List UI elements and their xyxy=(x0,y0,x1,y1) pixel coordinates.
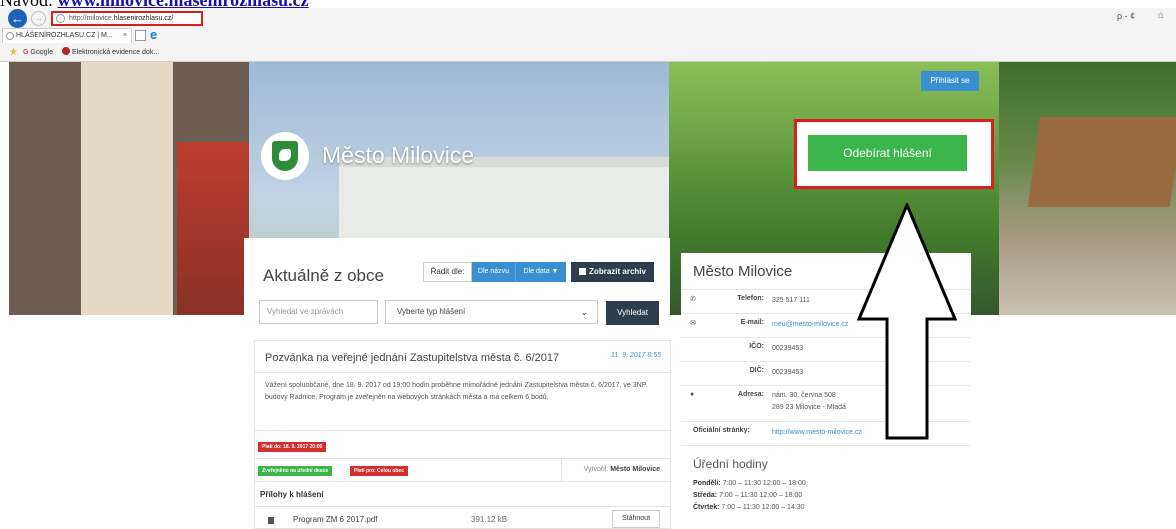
new-tab-icon[interactable] xyxy=(135,30,146,41)
info-heading: Město Milovice xyxy=(693,263,793,280)
hours-day: Středa: xyxy=(693,492,718,499)
phone-value: 325 517 111 xyxy=(772,297,810,304)
browser-chrome: ← → http://milovice.hlasenirozhlasu.cz/ … xyxy=(0,8,1176,62)
divider xyxy=(255,372,670,373)
show-archive-button[interactable]: Zobrazit archiv xyxy=(571,262,654,282)
tab-bar: HLÁŠENÍROZHLASU.CZ | M... × e xyxy=(0,27,1176,44)
url-domain: hlasenirozhlasu.cz/ xyxy=(113,15,174,22)
phone-label: Telefon: xyxy=(737,295,764,302)
attachment-name: Program ZM 6 2017.pdf xyxy=(293,515,378,524)
valid-until-badge: Platí do: 18. 9. 2017 20:00 xyxy=(258,442,327,452)
page-icon xyxy=(56,14,65,23)
sort-label: Řadit dle: xyxy=(423,262,472,282)
dic-label: DIČ: xyxy=(749,367,764,374)
search-button[interactable]: Vyhledat xyxy=(606,301,659,325)
home-icon[interactable]: ⌂ xyxy=(1158,10,1164,21)
hours-line: Čtvrtek: 7:00 – 11:30 12:00 – 14:30 xyxy=(693,504,805,511)
hours-time: 7:00 – 11:30 12:00 – 14:30 xyxy=(721,504,805,511)
tab-hlaseni[interactable]: HLÁŠENÍROZHLASU.CZ | M... × xyxy=(2,28,132,43)
tab-title: HLÁŠENÍROZHLASU.CZ | M... xyxy=(16,32,113,39)
created-by: Vytvořil: Město Milovice xyxy=(561,459,670,481)
address-line1: nám. 30. června 508 xyxy=(772,392,836,399)
favorite-google-label: Google xyxy=(30,49,53,56)
attachments-heading: Přílohy k hlášení xyxy=(260,490,324,499)
sort-by-date-button[interactable]: Dle data ▼ xyxy=(515,262,566,282)
download-button[interactable]: Stáhnout xyxy=(612,510,660,528)
address-line2: 289 23 Milovice - Mladá xyxy=(772,404,846,411)
map-pin-icon: ● xyxy=(690,391,695,398)
subscribe-highlight-frame: Odebírat hlášení xyxy=(794,119,994,189)
email-label: E-mail: xyxy=(740,319,764,326)
news-article: Pozvánka na veřejné jednání Zastupitelst… xyxy=(254,340,671,529)
checkbox-icon xyxy=(579,268,587,275)
divider xyxy=(255,430,670,431)
hours-day: Čtvrtek: xyxy=(693,504,720,511)
news-search-input[interactable]: Vyhledat ve zprávách xyxy=(259,300,378,324)
search-refresh-control[interactable]: ρ - ¢ xyxy=(1117,11,1135,21)
article-date: 11. 9. 2017 8:55 xyxy=(610,352,661,359)
scope-badge: Platí pro: Celou obec xyxy=(350,466,409,476)
url-prefix: http://milovice. xyxy=(69,15,114,22)
attachment-size: 391.12 kB xyxy=(471,515,508,524)
type-select-value: Vyberte typ hlášení xyxy=(397,307,466,316)
archive-label: Zobrazit archiv xyxy=(589,267,646,276)
divider xyxy=(255,506,670,507)
ico-label: IČO: xyxy=(749,343,764,350)
ico-value: 00239453 xyxy=(772,345,804,352)
created-label: Vytvořil: xyxy=(583,466,609,473)
hours-line: Pondělí: 7:00 – 11:30 12:00 – 18:00 xyxy=(693,480,806,487)
back-arrow-icon[interactable]: ← xyxy=(8,9,27,28)
subscribe-button[interactable]: Odebírat hlášení xyxy=(808,135,967,171)
site-icon xyxy=(62,47,70,55)
favorite-evidence-label: Elektronická evidence dok... xyxy=(72,49,160,56)
shield-icon xyxy=(272,141,298,171)
favorite-evidence[interactable]: Elektronická evidence dok... xyxy=(62,44,159,62)
email-link[interactable]: meu@mesto-milovice.cz xyxy=(772,319,848,330)
hours-time: 7:00 – 11:30 12:00 – 18:00 xyxy=(722,480,806,487)
hours-day: Pondělí: xyxy=(693,480,721,487)
tab-close-icon[interactable]: × xyxy=(123,29,127,42)
favorite-google[interactable]: G Google xyxy=(23,44,53,62)
favorites-bar: ★ G Google Elektronická evidence dok... xyxy=(0,44,1176,62)
tab-page-icon xyxy=(6,32,14,40)
forward-arrow-icon[interactable]: → xyxy=(31,11,46,26)
favorites-star-icon[interactable]: ★ xyxy=(9,44,18,62)
article-body: Vážení spoluobčané, dne 18. 9. 2017 od 1… xyxy=(265,382,647,401)
chevron-down-icon: ⌄ xyxy=(580,307,588,317)
town-coat-of-arms xyxy=(261,132,309,180)
hours-line: Středa: 7:00 – 11:30 12:00 – 18:00 xyxy=(693,492,802,499)
message-type-select[interactable]: Vyberte typ hlášení ⌄ xyxy=(385,300,598,324)
hours-time: 7:00 – 11:30 12:00 – 18:00 xyxy=(719,492,803,499)
sort-controls: Řadit dle: Dle názvu Dle data ▼ Zobrazit… xyxy=(423,262,672,282)
divider xyxy=(681,445,971,446)
annotation-up-arrow-icon xyxy=(857,203,957,440)
shelter-photo xyxy=(999,62,1176,315)
web-label: Oficiální stránky: xyxy=(693,427,750,434)
article-title[interactable]: Pozvánka na veřejné jednání Zastupitelst… xyxy=(265,352,559,364)
news-heading: Aktuálně z obce xyxy=(263,266,384,285)
document-caption: Návod: www.milovice.hlasenirozhlasu.cz xyxy=(0,0,309,9)
news-panel: Aktuálně z obce Řadit dle: Dle názvu Dle… xyxy=(244,238,672,529)
mail-icon: ✉ xyxy=(690,320,696,327)
web-link[interactable]: http://www.mesto-milovice.cz xyxy=(772,427,862,438)
office-hours-heading: Úřední hodiny xyxy=(693,457,768,471)
sort-by-name-button[interactable]: Dle názvu xyxy=(472,262,515,282)
church-photo xyxy=(9,62,249,315)
dic-value: 00239453 xyxy=(772,369,804,376)
google-icon: G xyxy=(23,49,29,56)
internet-explorer-icon[interactable]: e xyxy=(150,27,157,42)
town-name-heading: Město Milovice xyxy=(322,142,475,168)
login-button[interactable]: Přihlásit se xyxy=(921,71,979,91)
address-bar-row: ← → http://milovice.hlasenirozhlasu.cz/ … xyxy=(0,8,1176,28)
file-icon xyxy=(268,517,274,524)
phone-icon: ✆ xyxy=(690,296,696,303)
created-author: Město Milovice xyxy=(610,466,660,473)
address-label: Adresa: xyxy=(737,391,764,398)
article-meta-row: Zveřejněno na úřední desce Platí pro: Ce… xyxy=(255,458,670,482)
address-input[interactable]: http://milovice.hlasenirozhlasu.cz/ xyxy=(51,11,203,26)
public-board-badge: Zveřejněno na úřední desce xyxy=(258,466,333,476)
